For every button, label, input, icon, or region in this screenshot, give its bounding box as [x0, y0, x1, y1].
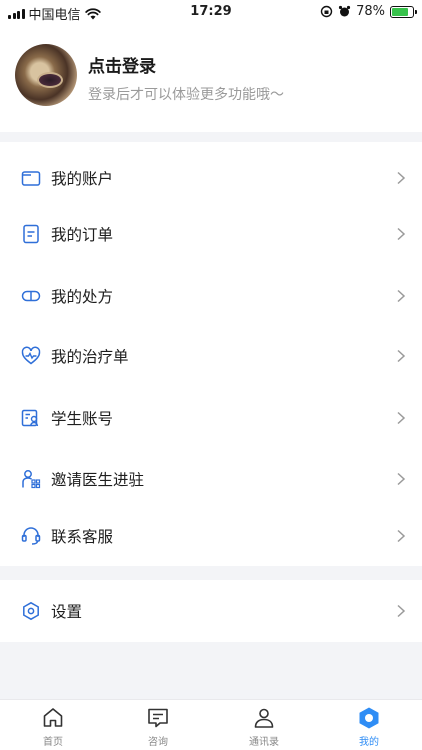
profile-header[interactable]: 点击登录 登录后才可以体验更多功能哦～	[0, 24, 422, 132]
tab-label: 咨询	[148, 737, 168, 748]
heart-pulse-icon	[21, 346, 41, 366]
tab-label: 通讯录	[249, 737, 279, 748]
message-icon	[146, 706, 170, 730]
status-right: 78%	[320, 4, 417, 19]
settings-icon	[21, 601, 41, 621]
menu-item-settings[interactable]: 设置	[0, 587, 422, 635]
menu-label: 联系客服	[51, 528, 114, 546]
battery-icon	[390, 5, 417, 18]
menu-label: 我的账户	[51, 170, 114, 188]
chevron-right-icon	[395, 227, 407, 241]
menu-list: 我的账户 我的订单 我的处方 我的治疗单 学生账号 邀请医生进驻 联系客服	[0, 142, 422, 566]
settings-group: 设置	[0, 580, 422, 642]
wallet-icon	[21, 168, 41, 188]
tab-label: 首页	[43, 737, 63, 748]
chevron-right-icon	[395, 349, 407, 363]
chevron-right-icon	[395, 472, 407, 486]
chevron-right-icon	[395, 529, 407, 543]
status-bar: 中国电信 17:29 78%	[0, 0, 422, 24]
menu-label: 设置	[51, 603, 83, 621]
student-card-icon	[21, 408, 41, 428]
tab-consult[interactable]: 咨询	[118, 706, 198, 748]
menu-label: 邀请医生进驻	[51, 471, 145, 489]
alarm-icon	[338, 5, 351, 17]
menu-item-customer-service[interactable]: 联系客服	[0, 512, 422, 560]
avatar[interactable]	[15, 44, 77, 106]
menu-item-prescriptions[interactable]: 我的处方	[0, 272, 422, 320]
tab-home[interactable]: 首页	[13, 706, 93, 748]
pill-icon	[21, 286, 41, 306]
bottom-tab-bar: 首页 咨询 通讯录 我的	[0, 699, 422, 750]
tab-label: 我的	[359, 737, 379, 748]
menu-item-account[interactable]: 我的账户	[0, 154, 422, 202]
login-prompt[interactable]: 点击登录	[88, 52, 156, 77]
menu-label: 我的处方	[51, 288, 114, 306]
order-icon	[21, 224, 41, 244]
menu-item-invite-doctor[interactable]: 邀请医生进驻	[0, 455, 422, 503]
chevron-right-icon	[395, 289, 407, 303]
tab-contacts[interactable]: 通讯录	[224, 706, 304, 748]
contacts-icon	[252, 706, 276, 730]
login-hint: 登录后才可以体验更多功能哦～	[88, 87, 284, 103]
profile-icon	[357, 706, 381, 730]
chevron-right-icon	[395, 411, 407, 425]
chevron-right-icon	[395, 171, 407, 185]
menu-label: 我的治疗单	[51, 348, 129, 366]
battery-percent: 78%	[356, 4, 385, 19]
menu-item-student-account[interactable]: 学生账号	[0, 394, 422, 442]
rotation-lock-icon	[320, 5, 333, 18]
menu-label: 我的订单	[51, 226, 114, 244]
invite-doctor-icon	[21, 469, 41, 489]
tab-profile[interactable]: 我的	[329, 706, 409, 748]
headset-icon	[21, 526, 41, 546]
menu-item-treatment[interactable]: 我的治疗单	[0, 332, 422, 380]
chevron-right-icon	[395, 604, 407, 618]
menu-item-orders[interactable]: 我的订单	[0, 210, 422, 258]
menu-label: 学生账号	[51, 410, 114, 428]
home-icon	[41, 706, 65, 730]
